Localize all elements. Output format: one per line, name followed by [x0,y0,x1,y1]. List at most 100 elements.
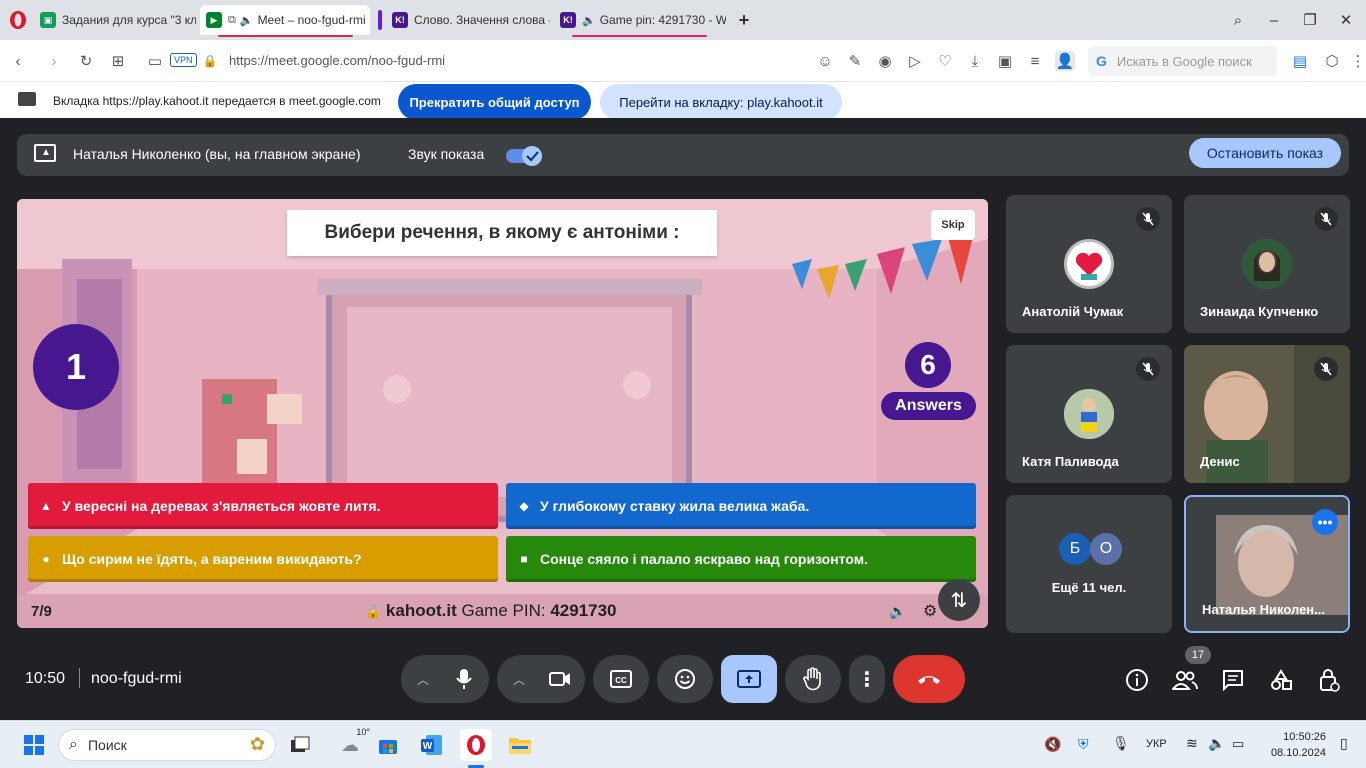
easy-setup-icon[interactable]: ≡ [1025,51,1045,71]
more-vert-icon: ⋮ [857,668,877,691]
notifications-icon[interactable]: ▯ [1340,735,1348,752]
tab-classroom[interactable]: ▣ Задания для курса "3 кла [36,5,196,35]
mic-off-icon [1136,357,1160,381]
wifi-icon[interactable]: ≋ [1186,735,1198,752]
volume-icon[interactable]: 🔈 [889,603,906,620]
answer-yellow[interactable]: ● Що сирим не їдять, а вареним викидають… [28,536,498,582]
vpn-badge[interactable]: VPN [170,53,197,67]
captions-button[interactable]: CC [593,655,649,703]
store-icon[interactable] [372,729,404,761]
battery-saver-icon[interactable]: ▣ [995,51,1015,71]
switch-tab-button[interactable]: Перейти на вкладку: play.kahoot.it [600,84,842,120]
hang-up-icon [918,676,940,684]
send-icon[interactable]: ▷ [905,51,925,71]
mic-off-icon [1314,207,1338,231]
extensions-icon[interactable]: ⬡ [1322,51,1342,71]
speaker-tray-icon[interactable]: 🔈 [1208,735,1225,752]
video-options-icon[interactable]: ︿ [513,671,525,688]
volume-muted-icon[interactable]: 🔇 [1044,736,1061,753]
answer-green[interactable]: ■ Сонце сяяло і палало яскраво над гориз… [506,536,976,582]
pin-label: Game PIN: [461,601,546,620]
reactions-button[interactable] [657,655,713,703]
answer-red[interactable]: ▲ У вересні на деревах з'являється жовте… [28,483,498,529]
participant-tile[interactable]: Катя Паливода [1006,345,1172,483]
settings-icon[interactable]: ⚙ [923,601,937,621]
camera-icon[interactable] [549,671,571,687]
google-meet-icon: ▶ [206,12,222,28]
word-icon[interactable]: W [416,729,448,761]
audio-options-icon[interactable]: ︿ [417,671,429,688]
close-icon[interactable]: ✕ [1334,8,1358,32]
reload-icon[interactable]: ↻ [76,51,96,71]
sidebar-icon[interactable]: ▤ [1290,51,1310,71]
kahoot-site: kahoot.it [385,601,457,620]
kahoot-icon: K! [560,12,576,28]
meeting-details-icon[interactable] [1124,667,1150,693]
more-participants-tile[interactable]: Б О Ещё 11 чел. [1006,495,1172,633]
url-field[interactable]: https://meet.google.com/noo-fgud-rmi [229,53,445,68]
tab-share-bar: Вкладка https://play.kahoot.it передаетс… [0,82,1366,120]
tab-kahoot-slovo[interactable]: K! Слово. Значення слова - [388,5,550,35]
circle-icon: ● [42,552,50,566]
participant-tile[interactable]: Зинаида Купченко [1184,195,1350,333]
skip-button[interactable]: Skip [931,210,975,240]
heart-icon[interactable]: ♡ [935,51,955,71]
defender-icon[interactable]: ⛨ [1078,736,1089,753]
leave-call-button[interactable] [893,655,965,703]
taskbar-search[interactable]: ⌕ Поиск ✿ [58,729,276,761]
swap-layout-button[interactable]: ⇅ [938,579,980,621]
microphone-icon[interactable] [455,668,473,690]
emoji-icon [675,669,695,689]
self-tile[interactable]: ••• Наталья Николен... [1184,495,1350,633]
activities-icon[interactable] [1268,667,1294,693]
tab-kahoot-game[interactable]: K! 🔈 Game pin: 4291730 - W [556,5,726,35]
forward-icon[interactable]: › [44,51,64,71]
speed-dial-icon[interactable]: ⊞ [108,51,128,71]
screen-share-icon [18,92,36,106]
search-highlight-icon: ✿ [249,734,265,754]
minimize-icon[interactable]: – [1262,8,1286,32]
participant-tile[interactable]: Денис [1184,345,1350,483]
people-icon[interactable] [1172,667,1198,693]
profile-icon[interactable]: 👤 [1055,51,1075,71]
windows-start-icon[interactable] [18,729,50,761]
language-indicator[interactable]: УКР [1146,738,1167,750]
emoji-icon[interactable]: ☺ [815,51,835,71]
battery-icon[interactable]: ▭ [1232,736,1244,752]
present-now-button[interactable] [721,655,777,703]
weather-widget[interactable]: ☁ 10° [334,727,370,761]
file-explorer-icon[interactable] [504,729,536,761]
new-tab-button[interactable]: + [732,8,756,32]
stop-sharing-button[interactable]: Прекратить общий доступ [398,84,591,120]
host-controls-icon[interactable] [1316,667,1342,693]
lock-icon[interactable]: 🔒 [200,51,220,71]
more-icon[interactable]: ⋮ [1348,51,1366,71]
chat-icon[interactable] [1220,667,1246,693]
opera-taskbar-icon[interactable] [460,729,492,761]
download-icon[interactable]: ⤓ [965,51,985,71]
presentation-sound-toggle[interactable] [506,145,542,166]
google-search-field[interactable]: G Искать в Google поиск [1088,46,1277,76]
back-icon[interactable]: ‹ [8,51,28,71]
participant-tile[interactable]: Анатолій Чумак [1006,195,1172,333]
tray-clock[interactable]: 10:50:26 08.10.2024 [1266,729,1326,761]
snapshot-icon[interactable]: ◉ [875,51,895,71]
windows-taskbar: ⌕ Поиск ✿ ☁ 10° W 🔇 ⛨ 🎙 УКР ≋ 🔈 ▭ 10:50:… [0,720,1366,768]
restore-icon[interactable]: ❐ [1298,8,1322,32]
edit-icon[interactable]: ✎ [845,51,865,71]
mic-tray-icon[interactable]: 🎙 [1112,735,1130,752]
task-view-icon[interactable] [284,729,316,761]
more-options-button[interactable]: ⋮ [849,655,885,703]
stop-presenting-button[interactable]: Остановить показ [1189,138,1341,168]
search-tabs-icon[interactable]: ⌕ [1226,8,1250,32]
answer-blue[interactable]: ◆ У глибокому ставку жила велика жаба. [506,483,976,529]
opera-menu-icon[interactable] [8,10,28,30]
camera-icon[interactable]: ▭ [145,51,165,71]
search-placeholder: Искать в Google поиск [1116,53,1252,69]
meeting-clock: 10:50 [25,670,66,687]
raise-hand-button[interactable] [785,655,841,703]
tab-meet[interactable]: ▶ ⧉ 🔈 Meet – noo-fgud-rmi [200,5,370,35]
question-progress: 7/9 [31,603,52,620]
present-screen-icon: ▲ [34,144,56,162]
more-options-icon[interactable]: ••• [1312,509,1338,535]
